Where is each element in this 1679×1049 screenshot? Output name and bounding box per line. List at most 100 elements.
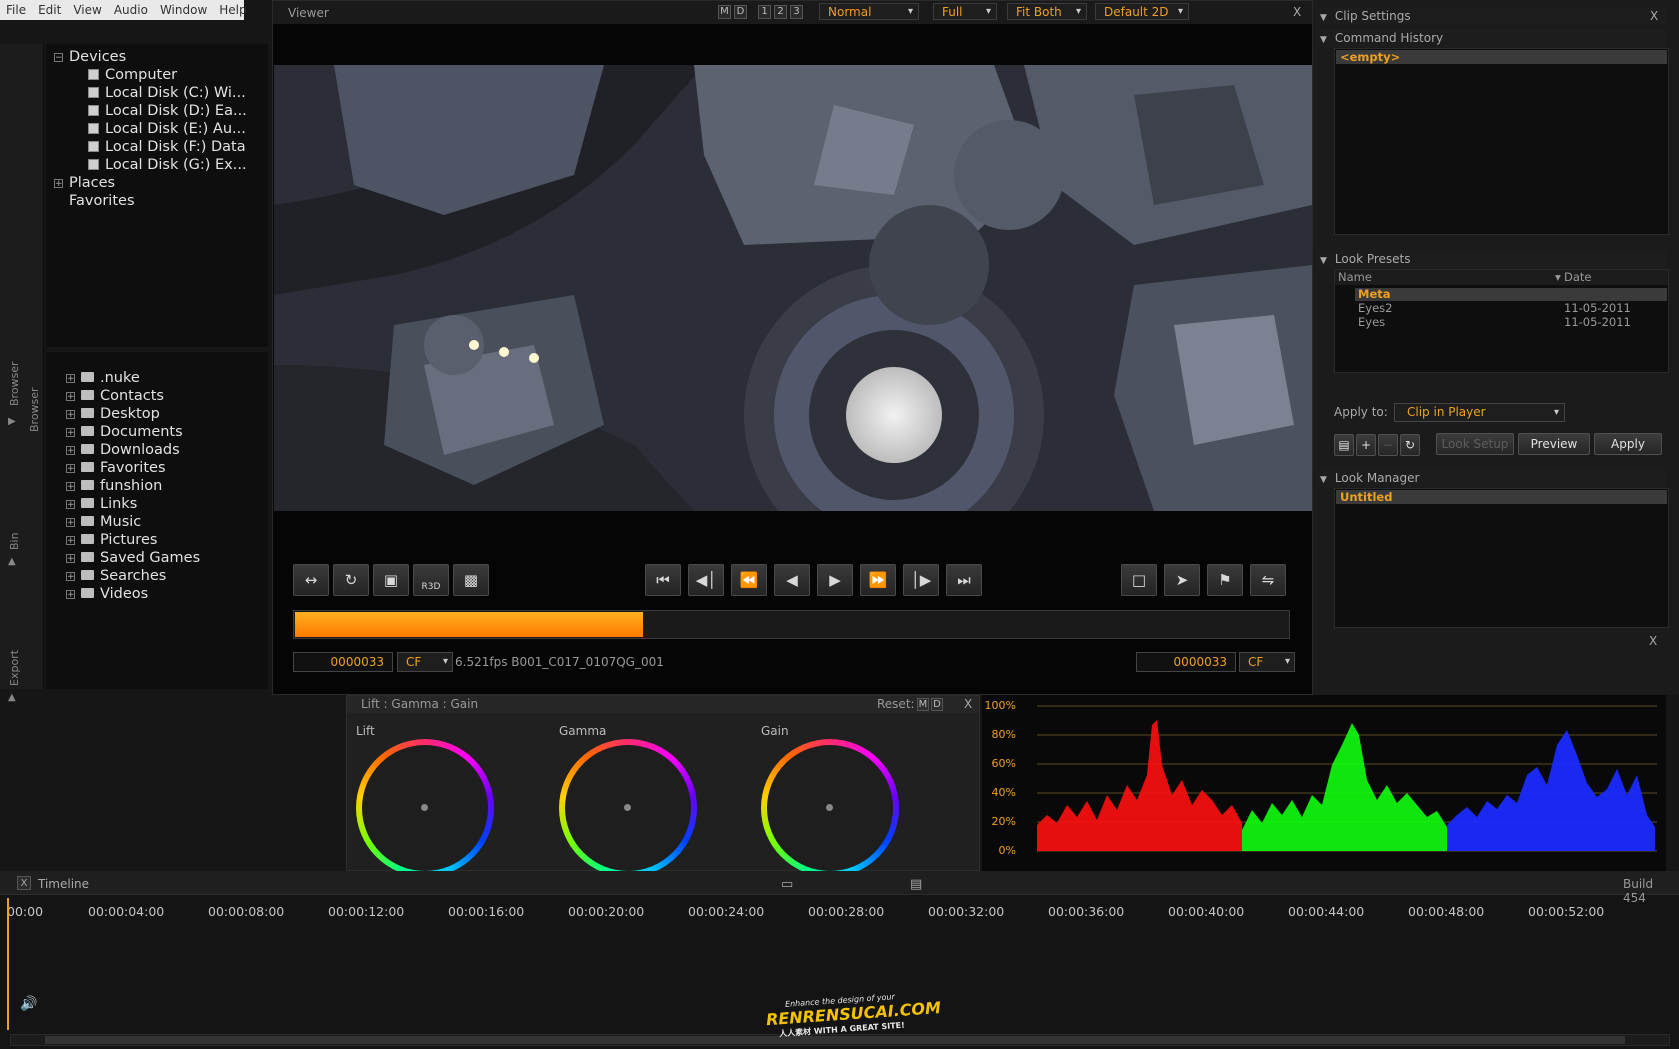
go-to-end-icon[interactable]: ⏭ — [946, 564, 982, 596]
scrollbar-thumb[interactable] — [45, 1036, 1625, 1044]
tree-item[interactable]: Local Disk (E:) Au... — [88, 121, 246, 137]
expand-icon[interactable]: + — [66, 572, 75, 582]
folder-item[interactable]: + Saved Games — [66, 550, 200, 566]
remove-button[interactable]: − — [1378, 434, 1398, 456]
tree-item[interactable]: Local Disk (G:) Ex... — [88, 157, 247, 173]
tree-item[interactable]: Local Disk (D:) Ea... — [88, 103, 247, 119]
col-date[interactable]: Date — [1564, 270, 1592, 285]
fit-select[interactable]: Fit Both — [1007, 3, 1087, 20]
tree-item[interactable]: Local Disk (C:) Wi... — [88, 85, 246, 101]
monitor-icon[interactable]: □ — [1121, 564, 1157, 596]
folder-item[interactable]: + Pictures — [66, 532, 157, 548]
expand-icon[interactable]: + — [66, 392, 75, 402]
tab-bin[interactable]: Bin — [8, 532, 21, 550]
folder-item[interactable]: + Favorites — [66, 460, 166, 476]
view-3-button[interactable]: 3 — [790, 5, 803, 19]
track-view-icon[interactable]: ▤ — [910, 877, 922, 892]
viewer-close-icon[interactable]: X — [1293, 5, 1301, 19]
tab-browser-secondary[interactable]: Browser — [28, 387, 41, 432]
favorites-node[interactable]: Favorites — [69, 193, 135, 209]
folder-item[interactable]: + .nuke — [66, 370, 140, 386]
go-to-start-icon[interactable]: ⏮ — [645, 564, 681, 596]
folder-item[interactable]: + Desktop — [66, 406, 160, 422]
timeline-ruler[interactable]: 00:00 00:00:04:00 00:00:08:00 00:00:12:0… — [7, 898, 1679, 924]
playhead[interactable] — [7, 898, 9, 1030]
look-manager-list[interactable]: Untitled — [1334, 488, 1669, 628]
view-2-button[interactable]: 2 — [774, 5, 787, 19]
expand-icon[interactable]: + — [66, 518, 75, 528]
clapper-icon[interactable]: ▩ — [453, 564, 489, 596]
folder-item[interactable]: + Videos — [66, 586, 148, 602]
preset-row-selected[interactable]: Meta — [1355, 287, 1667, 301]
expand-icon[interactable]: + — [66, 410, 75, 420]
devices-node[interactable]: − Devices — [54, 49, 126, 65]
play-arrow-icon[interactable]: ▶ — [8, 416, 16, 427]
folder-button[interactable]: ▤ — [1334, 434, 1354, 456]
flag-icon[interactable]: ⚑ — [1207, 564, 1243, 596]
tree-item[interactable]: Computer — [88, 67, 177, 83]
expand-icon[interactable]: + — [54, 179, 63, 189]
folder-item[interactable]: + Contacts — [66, 388, 164, 404]
apply-to-select[interactable]: Clip in Player ▾ — [1394, 403, 1565, 422]
folder-item[interactable]: + Links — [66, 496, 137, 512]
collapse-icon[interactable]: − — [54, 53, 63, 63]
add-button[interactable]: + — [1356, 434, 1376, 456]
gain-handle[interactable] — [826, 804, 833, 811]
menu-help[interactable]: Help — [213, 3, 252, 17]
look-item[interactable]: Untitled — [1336, 490, 1667, 504]
look-presets-table[interactable]: Name ▾ Date Meta Eyes2 11-05-2011 Eyes 1… — [1334, 269, 1669, 373]
menu-file[interactable]: File — [0, 3, 32, 17]
mark-in-out-button[interactable]: ↔ — [293, 564, 329, 596]
col-date-sort-icon[interactable]: ▾ — [1555, 270, 1561, 285]
preset-row[interactable]: Eyes2 11-05-2011 — [1355, 301, 1667, 315]
clip-settings-header[interactable]: Clip Settings — [1316, 7, 1666, 25]
r3d-snapshot-button[interactable]: R3D — [413, 564, 449, 596]
panel-close-icon[interactable]: X — [1649, 634, 1657, 648]
rocket-icon[interactable]: ➤ — [1164, 564, 1200, 596]
gain-wheel[interactable] — [761, 739, 899, 877]
expand-icon[interactable]: + — [66, 482, 75, 492]
view-lut-select[interactable]: Default 2D — [1095, 3, 1189, 20]
command-history-header[interactable]: Command History — [1316, 29, 1666, 47]
expand-icon[interactable]: + — [66, 536, 75, 546]
expand-icon[interactable]: + — [66, 554, 75, 564]
expand-icon[interactable]: + — [66, 374, 75, 384]
folder-item[interactable]: + funshion — [66, 478, 162, 494]
clip-settings-close-icon[interactable]: X — [1650, 9, 1658, 23]
look-setup-button[interactable]: Look Setup — [1436, 433, 1514, 455]
expand-icon[interactable]: + — [66, 428, 75, 438]
reset-m-button[interactable]: M — [917, 698, 929, 711]
apply-button[interactable]: Apply — [1594, 433, 1662, 455]
folder-item[interactable]: + Music — [66, 514, 141, 530]
blend-mode-select[interactable]: Normal — [819, 3, 919, 20]
expand-icon[interactable]: + — [66, 590, 75, 600]
mode-d-button[interactable]: D — [734, 5, 747, 19]
left-cf-select[interactable]: CF — [397, 652, 453, 672]
history-item[interactable]: <empty> — [1336, 50, 1667, 64]
preview-button[interactable]: Preview — [1518, 433, 1590, 455]
fast-forward-icon[interactable]: ⏩ — [860, 564, 896, 596]
look-manager-header[interactable]: Look Manager — [1316, 469, 1666, 487]
volume-icon[interactable]: 🔊 — [20, 996, 37, 1012]
refresh-icon[interactable]: ↻ — [1400, 434, 1420, 456]
rewind-icon[interactable]: ⏪ — [731, 564, 767, 596]
preset-row[interactable]: Eyes 11-05-2011 — [1355, 315, 1667, 329]
menu-view[interactable]: View — [67, 3, 107, 17]
export-up-icon[interactable]: ▲ — [8, 692, 16, 703]
bin-up-icon[interactable]: ▲ — [8, 556, 16, 567]
expand-icon[interactable]: + — [66, 446, 75, 456]
look-presets-header[interactable]: Look Presets — [1316, 250, 1666, 268]
step-forward-icon[interactable]: │▶ — [903, 564, 939, 596]
play-reverse-icon[interactable]: ◀ — [774, 564, 810, 596]
menu-edit[interactable]: Edit — [32, 3, 67, 17]
places-node[interactable]: + Places — [54, 175, 115, 191]
step-back-icon[interactable]: ◀│ — [688, 564, 724, 596]
menu-window[interactable]: Window — [154, 3, 213, 17]
folder-item[interactable]: + Downloads — [66, 442, 180, 458]
view-1-button[interactable]: 1 — [758, 5, 771, 19]
mode-m-button[interactable]: M — [718, 5, 731, 19]
lift-handle[interactable] — [421, 804, 428, 811]
gamma-wheel[interactable] — [559, 739, 697, 877]
snapshot-icon[interactable]: ▣ — [373, 564, 409, 596]
scrubber-bar[interactable] — [293, 610, 1290, 639]
